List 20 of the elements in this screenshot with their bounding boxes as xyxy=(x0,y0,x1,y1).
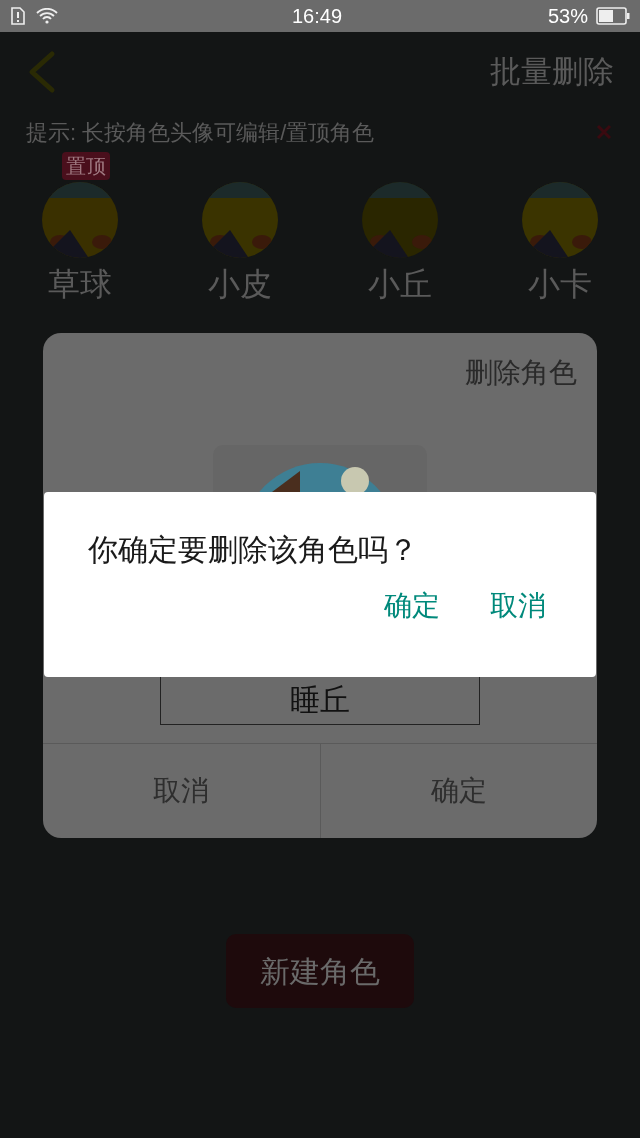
clock: 16:49 xyxy=(292,4,343,28)
tip-text: 提示: 长按角色头像可编辑/置顶角色 xyxy=(26,118,375,147)
character-name: 小皮 xyxy=(208,265,272,304)
wifi-icon xyxy=(36,8,58,24)
close-icon[interactable] xyxy=(596,124,612,140)
batch-delete-button[interactable]: 批量删除 xyxy=(490,52,614,92)
sim-alert-icon xyxy=(10,7,26,25)
character-name: 草球 xyxy=(48,265,112,304)
confirm-message: 你确定要删除该角色吗？ xyxy=(88,533,418,566)
character-name: 小丘 xyxy=(368,265,432,304)
pinned-badge: 置顶 xyxy=(62,152,110,180)
character-name: 小卡 xyxy=(528,265,592,304)
confirm-dialog-button[interactable]: 取消 xyxy=(490,586,546,626)
dialog-button[interactable]: 取消 xyxy=(43,744,320,838)
new-character-button[interactable]: 新建角色 xyxy=(226,934,414,1008)
dialog-title: 删除角色 xyxy=(465,356,577,390)
battery-percent: 53% xyxy=(547,4,588,28)
dialog-button[interactable]: 确定 xyxy=(319,744,597,838)
battery-icon xyxy=(596,7,630,25)
confirm-dialog-button[interactable]: 确定 xyxy=(384,586,440,626)
